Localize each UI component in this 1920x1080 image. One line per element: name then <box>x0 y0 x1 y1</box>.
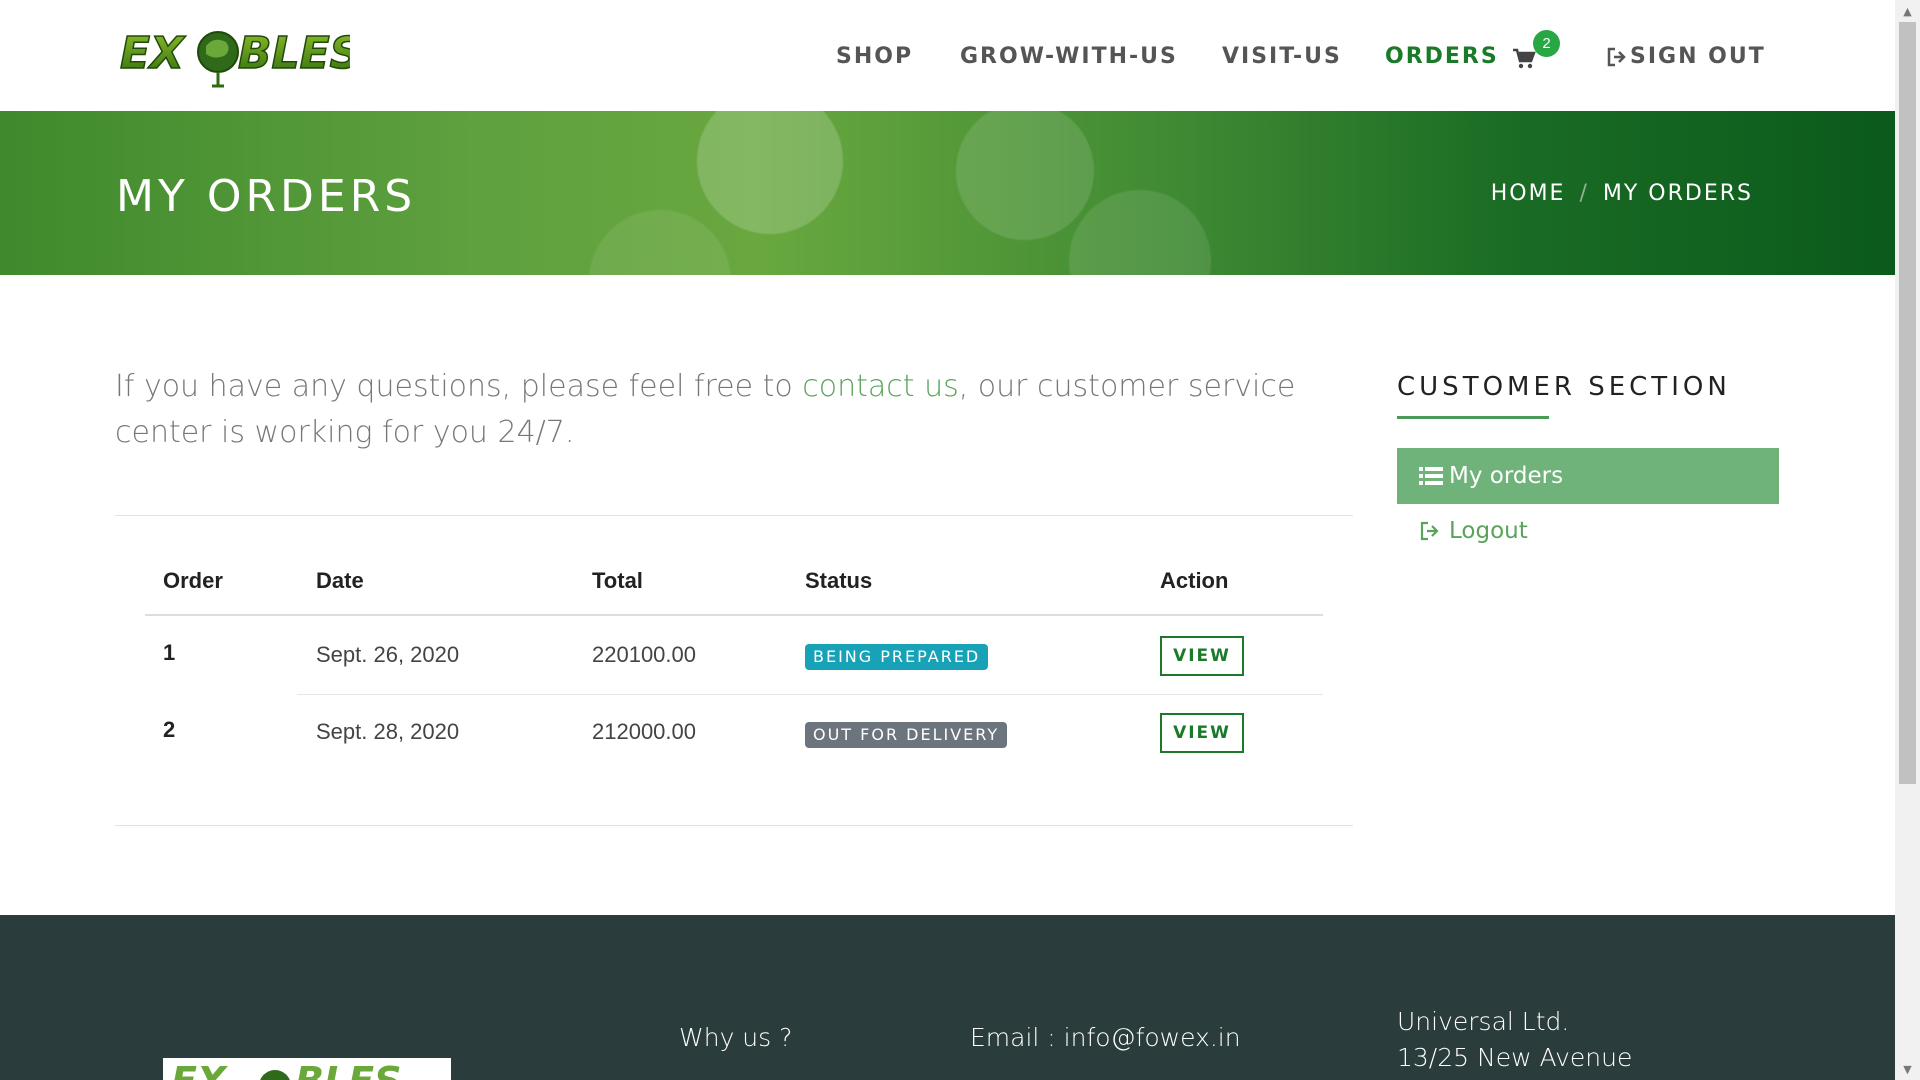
brand-logo[interactable]: EX BLES <box>118 22 362 90</box>
page-header-banner: MY ORDERS HOME / MY ORDERS <box>0 111 1895 275</box>
sign-out-link[interactable]: SIGN OUT <box>1606 44 1766 69</box>
footer-why-us-link[interactable]: Why us ? <box>679 1023 792 1052</box>
order-total: 212000.00 <box>592 719 696 744</box>
intro-text: If you have any questions, please feel f… <box>115 364 1355 456</box>
sign-out-label: SIGN OUT <box>1630 44 1766 69</box>
status-badge: OUT FOR DELIVERY <box>805 722 1008 748</box>
breadcrumb: HOME / MY ORDERS <box>1491 181 1753 206</box>
scrollbar-thumb[interactable] <box>1899 22 1916 784</box>
footer-email: Email : info@fowex.in <box>970 1023 1241 1052</box>
status-badge: BEING PREPARED <box>805 644 989 670</box>
divider-bottom <box>115 825 1353 826</box>
breadcrumb-separator: / <box>1579 181 1589 206</box>
sidebar-item-label: My orders <box>1449 463 1564 489</box>
contact-us-link[interactable]: contact us <box>802 369 958 404</box>
order-total: 220100.00 <box>592 642 696 667</box>
sign-out-icon <box>1607 47 1626 66</box>
nav-grow-with-us[interactable]: GROW-WITH-US <box>960 44 1178 74</box>
nav-visit-us[interactable]: VISIT-US <box>1222 44 1342 74</box>
customer-section-title: CUSTOMER SECTION <box>1397 372 1731 402</box>
header-order: Order <box>163 568 223 593</box>
row-divider <box>297 694 1323 695</box>
svg-text:BLES: BLES <box>238 28 350 79</box>
footer-address: 13/25 New Avenue <box>1397 1043 1633 1072</box>
svg-text:BLES: BLES <box>295 1059 402 1080</box>
breadcrumb-current: MY ORDERS <box>1602 181 1753 206</box>
order-date: Sept. 28, 2020 <box>316 719 460 744</box>
header-action: Action <box>1160 568 1229 593</box>
footer-logo: EX BLES <box>163 1058 451 1080</box>
scroll-up-arrow-icon[interactable]: ▲ <box>1899 4 1916 20</box>
header-date: Date <box>316 568 364 593</box>
svg-text:EX: EX <box>171 1059 228 1080</box>
intro-text-before: If you have any questions, please feel f… <box>115 369 803 404</box>
view-order-button[interactable]: VIEW <box>1160 636 1244 676</box>
header-total: Total <box>592 568 643 593</box>
list-icon <box>1419 467 1443 485</box>
page-title: MY ORDERS <box>116 171 417 222</box>
sidebar-item-logout[interactable]: Logout <box>1419 518 1528 544</box>
top-navbar: EX BLES SHOP GROW-WITH-US VISIT-US ORDER… <box>0 0 1895 111</box>
title-underline <box>1397 416 1549 419</box>
table-header-divider <box>145 614 1323 616</box>
scroll-down-arrow-icon[interactable]: ▼ <box>1899 1062 1916 1078</box>
view-order-button[interactable]: VIEW <box>1160 713 1244 753</box>
sign-out-icon <box>1420 521 1439 541</box>
sidebar-item-label: Logout <box>1449 518 1528 544</box>
breadcrumb-home[interactable]: HOME <box>1491 181 1566 206</box>
nav-shop[interactable]: SHOP <box>836 44 913 74</box>
footer-company: Universal Ltd. <box>1397 1007 1570 1036</box>
order-date: Sept. 26, 2020 <box>316 642 460 667</box>
footer: Why us ? Email : info@fowex.in Universal… <box>0 915 1895 1080</box>
header-status: Status <box>805 568 873 593</box>
order-number: 1 <box>163 640 176 665</box>
divider-top <box>115 515 1353 516</box>
svg-text:EX: EX <box>120 28 186 79</box>
shopping-cart-icon <box>1513 48 1536 69</box>
order-number: 2 <box>163 717 176 742</box>
sidebar-item-my-orders[interactable]: My orders <box>1397 448 1779 504</box>
cart-count-badge: 2 <box>1533 30 1560 57</box>
nav-orders[interactable]: ORDERS <box>1385 44 1499 74</box>
